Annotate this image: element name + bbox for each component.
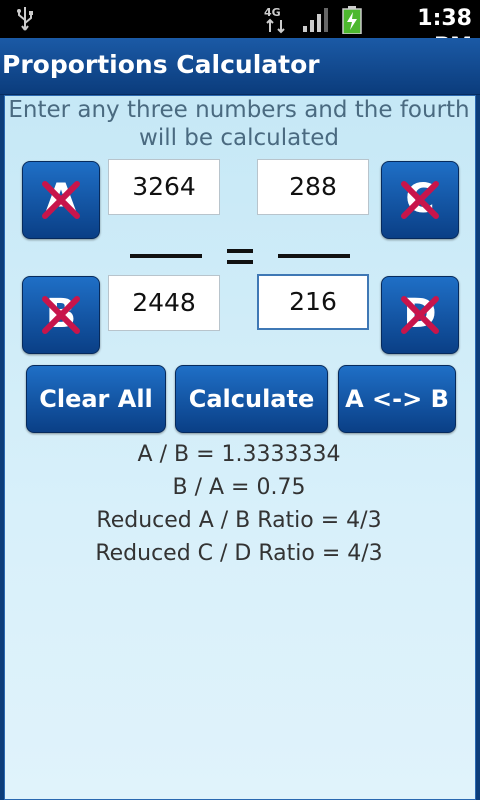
status-bar: 4G 1:38 PM — [0, 0, 480, 59]
field-b[interactable]: 2448 — [108, 275, 220, 331]
clear-d-button[interactable]: D — [381, 276, 459, 354]
clear-c-button[interactable]: C — [381, 161, 459, 239]
field-a[interactable]: 3264 — [108, 159, 220, 215]
clear-c-icon: C — [401, 176, 439, 222]
app-title: Proportions Calculator — [2, 50, 320, 79]
svg-text:4G: 4G — [264, 6, 281, 19]
fraction-bar-right — [278, 254, 350, 258]
equals-sign-bottom — [227, 260, 253, 264]
field-c[interactable]: 288 — [257, 159, 369, 215]
clear-all-button[interactable]: Clear All — [26, 365, 166, 433]
result-reduced-cd: Reduced C / D Ratio = 4/3 — [95, 541, 383, 566]
result-b-over-a: B / A = 0.75 — [172, 475, 306, 500]
calculate-button[interactable]: Calculate — [175, 365, 328, 433]
swap-button[interactable]: A <-> B — [338, 365, 456, 433]
signal-strength-icon — [303, 8, 328, 32]
battery-charging-icon — [342, 6, 362, 34]
clear-a-button[interactable]: A — [22, 161, 100, 239]
clear-a-icon: A — [42, 176, 80, 222]
network-4g-icon: 4G — [264, 6, 285, 34]
status-time: 1:38 PM — [417, 6, 472, 59]
title-bar: Proportions Calculator — [0, 38, 480, 95]
equals-sign-top — [227, 249, 253, 253]
result-reduced-ab: Reduced A / B Ratio = 4/3 — [96, 508, 382, 533]
instructions-text: Enter any three numbers and the fourth w… — [8, 97, 470, 151]
usb-icon — [17, 7, 33, 31]
fraction-bar-left — [130, 254, 202, 258]
result-a-over-b: A / B = 1.3333334 — [137, 442, 341, 467]
clear-b-button[interactable]: B — [22, 276, 100, 354]
clear-d-icon: D — [401, 291, 439, 337]
field-d[interactable]: 216 — [257, 274, 369, 330]
clear-b-icon: B — [42, 291, 80, 337]
